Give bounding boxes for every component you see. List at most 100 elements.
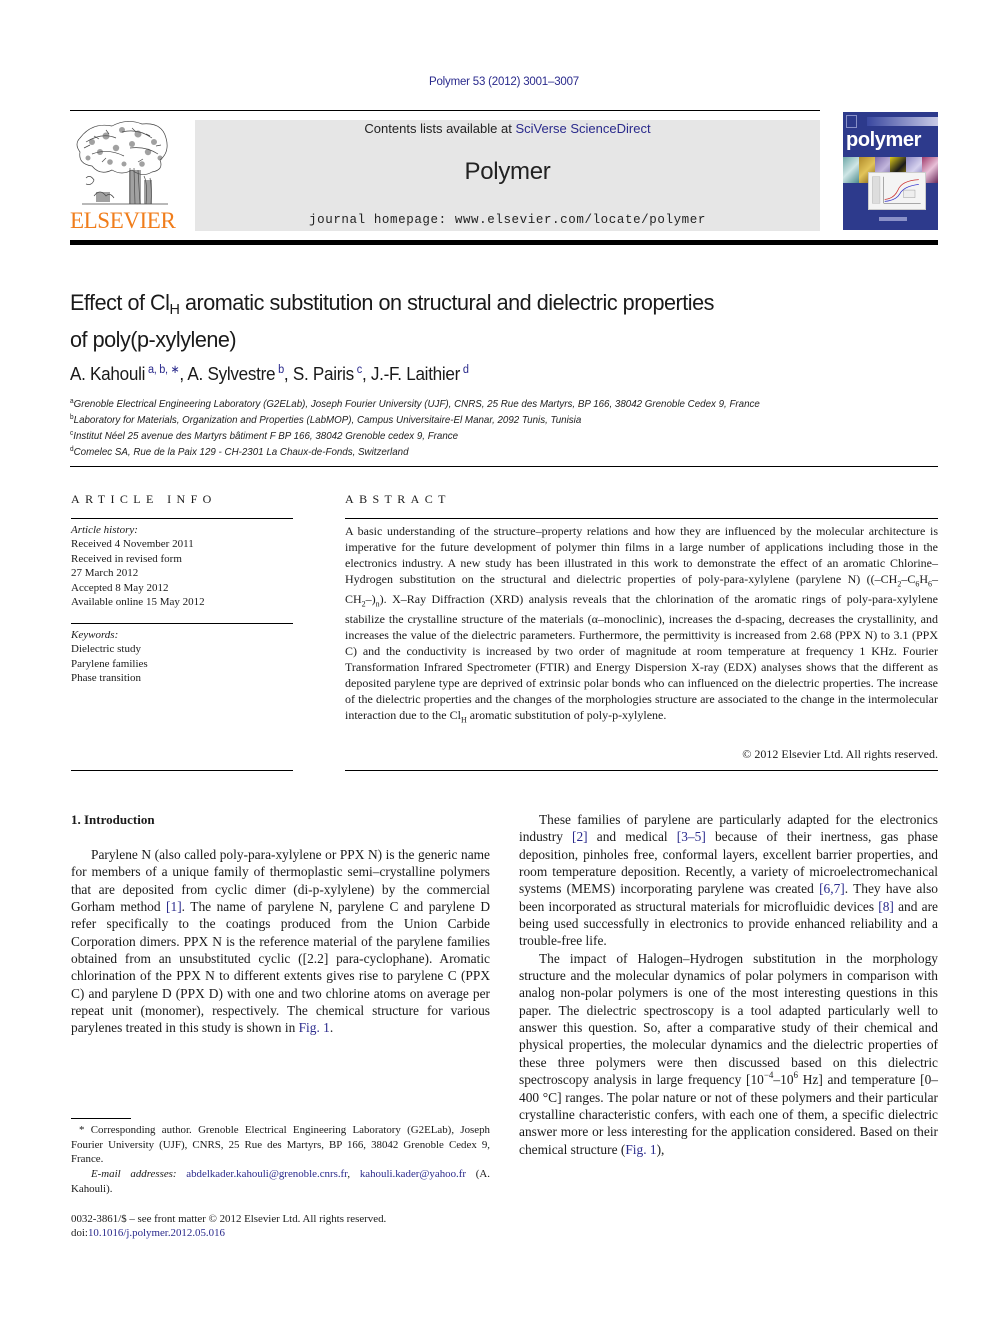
- introduction-heading: 1. Introduction: [71, 812, 155, 827]
- reference-link[interactable]: [1]: [166, 899, 182, 914]
- abstract-label: ABSTRACT: [345, 492, 451, 506]
- reference-link[interactable]: [3–5]: [677, 829, 706, 844]
- reference-link[interactable]: [2]: [572, 829, 588, 844]
- author-name[interactable]: A. Sylvestre: [187, 364, 275, 384]
- front-matter: 0032-3861/$ – see front matter © 2012 El…: [71, 1212, 386, 1241]
- journal-citation[interactable]: Polymer 53 (2012) 3001–3007: [0, 76, 992, 88]
- sciencedirect-link[interactable]: SciVerse ScienceDirect: [515, 121, 650, 136]
- paragraph-text: –10: [773, 1072, 794, 1088]
- cover-stripe: [867, 117, 938, 126]
- article-title: Effect of ClH aromatic substitution on s…: [70, 288, 896, 355]
- affiliation: bLaboratory for Materials, Organization …: [70, 411, 870, 427]
- doi-line: doi:10.1016/j.polymer.2012.05.016: [71, 1226, 386, 1240]
- author-list: A. Kahouli a, b, ∗, A. Sylvestre b, S. Pai…: [70, 362, 469, 385]
- formula-part: –C: [901, 571, 916, 586]
- keywords-rule: [71, 623, 293, 624]
- citation-link[interactable]: Polymer 53 (2012) 3001–3007: [429, 76, 579, 88]
- paragraph: The impact of Halogen–Hydrogen substitut…: [519, 950, 938, 1158]
- formula-part: –): [365, 592, 376, 607]
- doi-link[interactable]: 10.1016/j.polymer.2012.05.016: [88, 1227, 225, 1239]
- email-link[interactable]: abdelkader.kahouli@grenoble.cnrs.fr: [186, 1168, 347, 1180]
- contents-line: Contents lists available at SciVerse Sci…: [195, 121, 820, 136]
- homepage-prefix: journal homepage:: [309, 213, 455, 227]
- author-sep: ,: [179, 364, 188, 384]
- history-item: Accepted 8 May 2012: [71, 581, 169, 594]
- paragraph: These families of parylene are particula…: [519, 811, 938, 950]
- corresponding-author-note: * Corresponding author. Grenoble Electri…: [71, 1123, 490, 1167]
- article-info-bottom-rule: [71, 770, 293, 771]
- elsevier-tree-icon: [76, 121, 168, 205]
- body-column-right: These families of parylene are particula…: [519, 811, 938, 1158]
- issn-line: 0032-3861/$ – see front matter © 2012 El…: [71, 1213, 387, 1225]
- history-item: Received in revised form: [71, 552, 182, 565]
- paragraph-text: and medical: [587, 829, 677, 845]
- author-marks[interactable]: d: [463, 364, 469, 376]
- keywords: Keywords: Dielectric study Parylene fami…: [71, 628, 293, 686]
- paragraph-text: . The name of parylene N, parylene C and…: [71, 899, 490, 1036]
- abstract-text: A basic understanding of the structure–p…: [345, 524, 938, 728]
- email-separator: ,: [347, 1168, 360, 1181]
- cover-chart-icon: [872, 176, 921, 204]
- journal-banner: Contents lists available at SciVerse Sci…: [195, 120, 820, 231]
- reference-link[interactable]: [8]: [878, 899, 894, 914]
- abstract-bottom-rule: [345, 770, 938, 771]
- email-link[interactable]: kahouli.kader@yahoo.fr: [360, 1168, 466, 1180]
- journal-name: Polymer: [464, 158, 551, 185]
- cover-plot: [868, 172, 926, 210]
- reference-link[interactable]: [6,7]: [819, 881, 845, 896]
- cover-footer: [879, 217, 907, 221]
- elsevier-logo[interactable]: ELSEVIER: [70, 118, 176, 233]
- article-info-label: ARTICLE INFO: [71, 492, 217, 506]
- email-label: E-mail addresses:: [91, 1168, 177, 1181]
- header-rule: [70, 110, 820, 111]
- affiliation-text: Laboratory for Materials, Organization a…: [73, 414, 582, 426]
- author-sep: ,: [361, 364, 371, 384]
- history-heading: Article history:: [71, 524, 138, 536]
- paragraph: Parylene N (also called poly-para-xylyle…: [71, 846, 490, 1037]
- affiliation-text: Institut Néel 25 avenue des Martyrs bâti…: [73, 430, 459, 442]
- author-marks[interactable]: a, b, ∗: [148, 364, 180, 376]
- abstract-body: ). X–Ray Diffraction (XRD) analysis reve…: [345, 592, 938, 722]
- abstract-rule: [345, 518, 938, 519]
- affiliation: cInstitut Néel 25 avenue des Martyrs bât…: [70, 427, 870, 443]
- author-name[interactable]: S. Pairis: [293, 364, 354, 384]
- footnote: * Corresponding author. Grenoble Electri…: [71, 1123, 490, 1197]
- article-history: Article history: Received 4 November 201…: [71, 523, 293, 609]
- exponent: −4: [763, 1070, 774, 1081]
- email-addresses: E-mail addresses: abdelkader.kahouli@gre…: [71, 1167, 490, 1196]
- formula-part: H: [919, 571, 928, 586]
- history-item: 27 March 2012: [71, 567, 139, 580]
- history-item: Received 4 November 2011: [71, 538, 194, 551]
- author-sep: ,: [283, 364, 293, 384]
- keyword: Dielectric study: [71, 643, 141, 656]
- author-name[interactable]: A. Kahouli: [70, 364, 145, 384]
- header-thick-rule: [70, 240, 938, 245]
- title-text: aromatic substitution on structural and …: [179, 290, 714, 315]
- figure-link[interactable]: Fig. 1: [625, 1142, 656, 1157]
- doi-prefix: doi:: [71, 1227, 88, 1240]
- paragraph-text: ),: [656, 1141, 665, 1157]
- paragraph-text: .: [329, 1020, 334, 1036]
- title-text: Effect of Cl: [70, 290, 170, 315]
- journal-homepage[interactable]: journal homepage: www.elsevier.com/locat…: [195, 213, 820, 227]
- keywords-heading: Keywords:: [71, 629, 119, 641]
- elsevier-wordmark: ELSEVIER: [70, 208, 176, 233]
- affiliation-text: Comelec SA, Rue de la Paix 129 - CH-2301…: [73, 446, 409, 458]
- author-name[interactable]: J.-F. Laithier: [371, 364, 460, 384]
- homepage-url[interactable]: www.elsevier.com/locate/polymer: [455, 213, 706, 227]
- footnote-text: * Corresponding author. Grenoble Electri…: [71, 1124, 490, 1166]
- affiliations-rule: [70, 466, 938, 467]
- abstract-body: A basic understanding of the structure–p…: [345, 524, 938, 586]
- paragraph-text: The impact of Halogen–Hydrogen substitut…: [519, 950, 938, 1088]
- title-subscript: H: [169, 301, 180, 318]
- figure-link[interactable]: Fig. 1: [299, 1020, 330, 1035]
- affiliation: aGrenoble Electrical Engineering Laborat…: [70, 395, 870, 411]
- affiliations: aGrenoble Electrical Engineering Laborat…: [70, 395, 870, 459]
- contents-prefix: Contents lists available at: [364, 121, 516, 136]
- body-column-left: Parylene N (also called poly-para-xylyle…: [71, 846, 490, 1037]
- affiliation: dComelec SA, Rue de la Paix 129 - CH-230…: [70, 443, 870, 459]
- footnote-rule: [71, 1118, 131, 1119]
- journal-cover-image[interactable]: polymer: [843, 112, 938, 230]
- history-item: Available online 15 May 2012: [71, 596, 205, 609]
- title-line-2: of poly(p-xylylene): [70, 327, 237, 352]
